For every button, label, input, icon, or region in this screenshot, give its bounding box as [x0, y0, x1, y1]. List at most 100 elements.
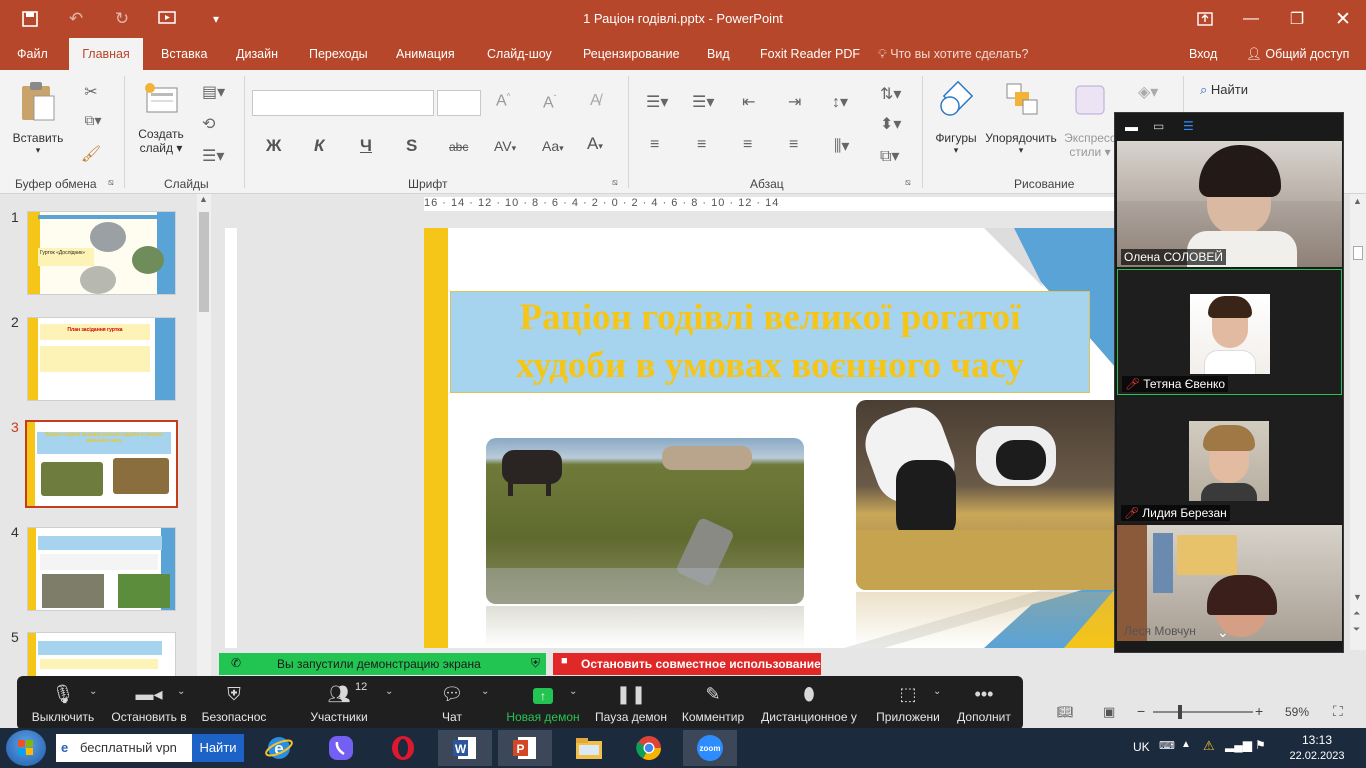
bullets-icon[interactable]: ☰▾: [646, 92, 668, 112]
word-icon[interactable]: W: [438, 730, 492, 766]
apps-button[interactable]: ⬚ ⌄ Приложени: [871, 676, 945, 730]
slideshow-view-icon[interactable]: ▣: [1103, 704, 1115, 720]
scrollbar-thumb[interactable]: [199, 212, 209, 312]
format-painter-icon[interactable]: 🖌︎: [80, 144, 102, 164]
gallery-view-icon[interactable]: ▭: [1153, 119, 1164, 133]
chevron-down-icon[interactable]: ⌄: [933, 686, 941, 697]
thumbnail-slide-1[interactable]: Гурток «Дослідник»: [27, 211, 176, 295]
language-indicator[interactable]: UK: [1133, 740, 1150, 754]
shapes-button[interactable]: Фигуры ▾: [930, 80, 982, 156]
character-spacing-button[interactable]: AV▾: [494, 138, 516, 154]
stop-share-button[interactable]: ■ Остановить совместное использование: [553, 653, 821, 675]
thumbnail-slide-3[interactable]: Раціон годівлі великої рогатої худоби в …: [25, 420, 178, 508]
justify-icon[interactable]: ≡: [789, 136, 798, 154]
tab-insert[interactable]: Вставка: [151, 38, 217, 70]
taskbar-search-input[interactable]: e бесплатный vpn: [56, 734, 192, 762]
thumbnail-slide-5[interactable]: [27, 632, 176, 678]
pause-share-button[interactable]: ❚❚ Пауза демон: [591, 676, 671, 730]
scroll-up-icon[interactable]: ▲: [199, 194, 208, 204]
layout-icon[interactable]: ▤▾: [202, 82, 225, 102]
tab-foxit[interactable]: Foxit Reader PDF: [750, 38, 870, 70]
file-explorer-icon[interactable]: [562, 730, 616, 766]
reset-slide-icon[interactable]: ⟲: [202, 114, 215, 134]
bold-button[interactable]: Ж: [266, 136, 281, 156]
decrease-indent-icon[interactable]: ⇤: [742, 92, 755, 112]
previous-slide-icon[interactable]: ⏶: [1353, 608, 1360, 619]
zoom-level[interactable]: 59%: [1285, 705, 1309, 719]
chevron-down-icon[interactable]: ⌄: [89, 686, 97, 697]
show-hidden-icons-icon[interactable]: ▲: [1181, 739, 1191, 750]
tab-view[interactable]: Вид: [697, 38, 740, 70]
increase-indent-icon[interactable]: ⇥: [788, 92, 801, 112]
security-button[interactable]: ⛨ Безопаснос: [197, 676, 271, 730]
start-button[interactable]: [6, 730, 46, 766]
align-text-icon[interactable]: ⬍▾: [880, 114, 901, 134]
tab-file[interactable]: Файл: [7, 38, 58, 70]
shadow-button[interactable]: S: [406, 136, 417, 156]
minimize-panel-icon[interactable]: ▬: [1125, 119, 1138, 134]
signal-icon[interactable]: ▂▄▆: [1225, 738, 1252, 752]
decrease-font-icon[interactable]: Aˇ: [543, 94, 556, 112]
zoom-slider-thumb[interactable]: [1178, 705, 1183, 719]
more-button[interactable]: ••• Дополнит: [951, 676, 1017, 730]
copy-icon[interactable]: ⧉▾: [78, 112, 108, 129]
text-direction-icon[interactable]: ⇅▾: [880, 84, 901, 104]
slide-canvas[interactable]: Раціон годівлі великої рогатої худоби в …: [424, 228, 1116, 648]
reading-view-icon[interactable]: 📖︎: [1057, 704, 1074, 720]
chat-button[interactable]: 💬︎ ⌄ Чат: [421, 676, 490, 730]
tell-me-box[interactable]: 💡︎ Что вы хотите сделать?: [878, 38, 1028, 70]
arrange-button[interactable]: Упорядочить ▾: [984, 80, 1058, 156]
internet-explorer-icon[interactable]: e: [252, 730, 306, 766]
clear-formatting-icon[interactable]: A̸: [590, 92, 601, 110]
scroll-up-icon[interactable]: ▲: [1353, 196, 1362, 206]
scrollbar-thumb[interactable]: [1353, 246, 1363, 260]
increase-font-icon[interactable]: A^: [496, 92, 510, 110]
line-spacing-icon[interactable]: ↕▾: [832, 92, 848, 112]
dialog-launcher-icon[interactable]: ⧅: [612, 177, 618, 188]
speaker-view-icon[interactable]: ☰: [1183, 119, 1194, 133]
clock-date[interactable]: 22.02.2023: [1283, 750, 1351, 762]
cut-icon[interactable]: ✂: [80, 82, 102, 102]
find-button[interactable]: ⌕ Найти: [1200, 82, 1248, 98]
opera-icon[interactable]: [376, 730, 430, 766]
zoom-out-icon[interactable]: −: [1137, 703, 1145, 719]
start-slideshow-icon[interactable]: [148, 0, 188, 38]
paste-button[interactable]: Вставить ▾: [10, 80, 66, 156]
participants-button[interactable]: 👥︎ 12 ⌄ Участники: [297, 676, 393, 730]
thumbnails-scrollbar[interactable]: ▲: [197, 194, 211, 678]
save-icon[interactable]: [10, 0, 50, 38]
new-slide-button[interactable]: Создать слайд ▾: [134, 80, 188, 155]
columns-icon[interactable]: ⫼▾: [834, 136, 849, 156]
scroll-down-icon[interactable]: ▼: [1353, 592, 1362, 602]
quick-styles-button[interactable]: Экспресс стили ▾: [1060, 80, 1120, 159]
section-icon[interactable]: ☰▾: [202, 146, 224, 166]
redo-icon[interactable]: ↻: [102, 0, 142, 38]
align-center-icon[interactable]: ≡: [697, 136, 706, 154]
stop-video-button[interactable]: ▬◂ ⌄ Остановить в: [109, 676, 189, 730]
dialog-launcher-icon[interactable]: ⧅: [905, 177, 911, 188]
italic-button[interactable]: К: [314, 136, 324, 156]
customize-quick-access-icon[interactable]: ▾: [196, 0, 236, 38]
chrome-icon[interactable]: [622, 730, 676, 766]
flag-icon[interactable]: ⚑: [1255, 738, 1266, 752]
fit-slide-icon[interactable]: ⛶: [1333, 703, 1343, 720]
align-left-icon[interactable]: ≡: [650, 136, 659, 154]
remote-control-button[interactable]: ⬮ Дистанционное у: [757, 676, 861, 730]
next-slide-icon[interactable]: ⏷: [1353, 624, 1360, 635]
ribbon-display-icon[interactable]: [1182, 0, 1228, 38]
network-status-icon[interactable]: ⚠: [1203, 738, 1215, 754]
participant-video-2[interactable]: 🎤︎ Тетяна Євенко: [1117, 269, 1342, 395]
change-case-button[interactable]: Aa▾: [542, 138, 564, 154]
chevron-down-icon[interactable]: ⌄: [385, 686, 393, 697]
close-icon[interactable]: ✕: [1320, 0, 1366, 38]
zoom-app-icon[interactable]: zoom: [683, 730, 737, 766]
restore-icon[interactable]: ❐: [1274, 0, 1320, 38]
annotate-button[interactable]: ✎ Комментир: [677, 676, 749, 730]
editor-scrollbar[interactable]: ▲ ▼ ⏶ ⏷: [1350, 194, 1366, 650]
underline-button[interactable]: Ч: [360, 136, 372, 156]
chevron-down-icon[interactable]: ⌄: [481, 686, 489, 697]
thumbnail-slide-4[interactable]: [27, 527, 176, 611]
chevron-down-icon[interactable]: ⌄: [569, 686, 577, 697]
font-name-combo[interactable]: [252, 90, 434, 116]
slide-title-box[interactable]: Раціон годівлі великої рогатої худоби в …: [450, 291, 1090, 393]
